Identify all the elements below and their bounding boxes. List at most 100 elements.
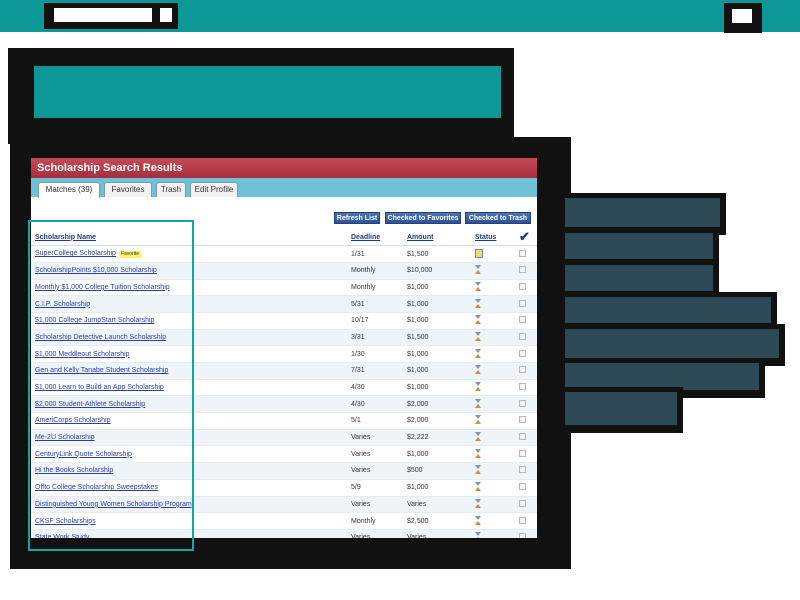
deadline-cell: 4/30	[351, 395, 407, 414]
status-cell	[467, 412, 519, 430]
select-cell	[519, 295, 537, 313]
tab-trash[interactable]: Trash	[156, 182, 186, 197]
row-checkbox[interactable]	[519, 449, 526, 457]
deadline-cell: Monthly	[351, 512, 407, 530]
hourglass-icon[interactable]	[475, 415, 482, 425]
status-cell	[467, 462, 519, 480]
deadline-cell: Monthly	[351, 279, 407, 297]
checked-to-trash-button[interactable]: Checked to Trash	[465, 212, 531, 224]
deadline-cell: 3/31	[351, 329, 407, 347]
amount-cell: $1,000	[407, 345, 467, 363]
column-status-label[interactable]: Status	[475, 234, 496, 241]
column-amount-label[interactable]: Amount	[407, 234, 433, 241]
callout-bar-fill	[565, 297, 771, 323]
status-cell	[467, 345, 519, 363]
deadline-cell: Varies	[351, 445, 407, 464]
hourglass-icon[interactable]	[475, 448, 482, 458]
row-checkbox[interactable]	[519, 266, 526, 274]
status-cell	[467, 279, 519, 297]
hourglass-icon[interactable]	[475, 315, 482, 325]
amount-cell: $1,000	[407, 295, 467, 313]
hourglass-icon[interactable]	[475, 482, 482, 492]
hourglass-icon[interactable]	[475, 382, 482, 392]
checked-to-favorites-button[interactable]: Checked to Favorites	[385, 212, 461, 224]
menu-button[interactable]	[724, 3, 762, 33]
select-cell	[519, 395, 537, 414]
amount-cell: $1,000	[407, 279, 467, 297]
select-cell	[519, 445, 537, 464]
deadline-cell: 4/30	[351, 379, 407, 397]
row-checkbox[interactable]	[519, 533, 526, 538]
tab-matches[interactable]: Matches (39)	[38, 182, 100, 198]
amount-cell: $1,000	[407, 312, 467, 330]
row-checkbox[interactable]	[519, 399, 526, 407]
redacted-icon	[160, 8, 172, 22]
status-cell	[467, 429, 519, 447]
tab-edit-profile[interactable]: Edit Profile	[190, 182, 238, 197]
column-header-status[interactable]: Status	[467, 229, 519, 247]
row-checkbox[interactable]	[519, 483, 526, 491]
hourglass-icon[interactable]	[475, 281, 482, 291]
row-checkbox[interactable]	[519, 332, 526, 340]
column-header-amount[interactable]: Amount	[407, 229, 467, 247]
redacted-logo	[54, 8, 152, 22]
hourglass-icon[interactable]	[475, 265, 482, 275]
column-deadline-label[interactable]: Deadline	[351, 234, 380, 241]
callout-bar-fill	[565, 329, 779, 358]
row-checkbox[interactable]	[519, 249, 526, 257]
row-checkbox[interactable]	[519, 299, 526, 307]
note-icon[interactable]	[475, 248, 483, 258]
column-header-deadline[interactable]: Deadline	[351, 229, 407, 247]
menu-icon	[732, 9, 752, 23]
column-header-check[interactable]: ✔	[519, 229, 537, 247]
hourglass-icon[interactable]	[475, 515, 482, 525]
deadline-cell: Varies	[351, 529, 407, 538]
amount-cell: $1,500	[407, 245, 467, 263]
screen: Scholarship Search Results Matches (39) …	[0, 0, 800, 600]
select-cell	[519, 479, 537, 497]
hourglass-icon[interactable]	[475, 331, 482, 341]
row-checkbox[interactable]	[519, 416, 526, 424]
hourglass-icon[interactable]	[475, 298, 482, 308]
amount-cell: Varies	[407, 529, 467, 538]
hourglass-icon[interactable]	[475, 532, 482, 538]
refresh-list-button[interactable]: Refresh List	[334, 212, 380, 224]
amount-cell: $1,000	[407, 362, 467, 380]
row-checkbox[interactable]	[519, 433, 526, 441]
callout-bar-7	[559, 387, 683, 433]
amount-cell: $2,000	[407, 412, 467, 430]
row-checkbox[interactable]	[519, 516, 526, 524]
status-cell	[467, 245, 519, 263]
amount-cell: $2,222	[407, 429, 467, 447]
status-cell	[467, 262, 519, 280]
deadline-cell: 7/31	[351, 362, 407, 380]
row-checkbox[interactable]	[519, 282, 526, 290]
callout-bar-fill	[565, 392, 677, 425]
select-cell	[519, 412, 537, 430]
hourglass-icon[interactable]	[475, 498, 482, 508]
hourglass-icon[interactable]	[475, 465, 482, 475]
row-checkbox[interactable]	[519, 316, 526, 324]
row-checkbox[interactable]	[519, 383, 526, 391]
hourglass-icon[interactable]	[475, 348, 482, 358]
select-cell	[519, 496, 537, 514]
callout-bar-fill	[565, 363, 759, 390]
hourglass-icon[interactable]	[475, 365, 482, 375]
status-cell	[467, 512, 519, 530]
amount-cell: $1,000	[407, 445, 467, 464]
tab-favorites[interactable]: Favorites	[104, 182, 152, 197]
row-checkbox[interactable]	[519, 466, 526, 474]
hourglass-icon[interactable]	[475, 398, 482, 408]
select-cell	[519, 312, 537, 330]
deadline-cell: 5/9	[351, 479, 407, 497]
hourglass-icon[interactable]	[475, 432, 482, 442]
status-cell	[467, 496, 519, 514]
row-checkbox[interactable]	[519, 349, 526, 357]
select-cell	[519, 529, 537, 538]
deadline-cell: Varies	[351, 429, 407, 447]
row-checkbox[interactable]	[519, 366, 526, 374]
row-checkbox[interactable]	[519, 499, 526, 507]
amount-cell: $2,000	[407, 395, 467, 414]
status-cell	[467, 445, 519, 464]
check-all-icon[interactable]: ✔	[519, 229, 530, 244]
